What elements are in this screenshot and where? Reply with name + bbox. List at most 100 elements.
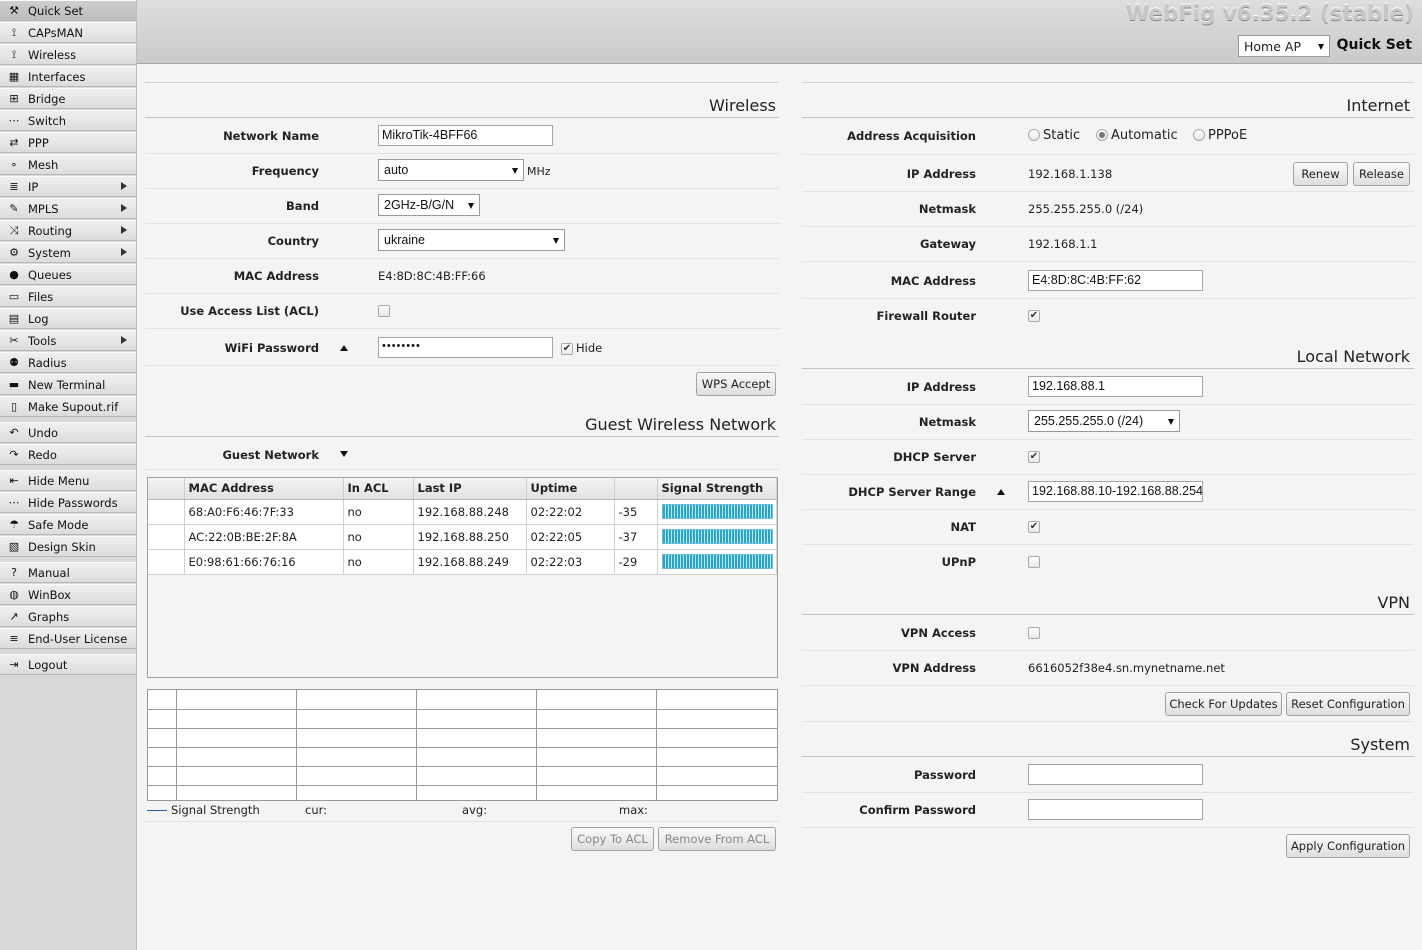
collapse-up-icon[interactable]: [340, 345, 348, 351]
mesh-icon: ∘: [10, 158, 18, 171]
sidebar-item-undo[interactable]: ↶ Undo: [0, 422, 136, 443]
sidebar-item-graphs[interactable]: ↗ Graphs: [0, 606, 136, 627]
renew-button[interactable]: Renew: [1293, 162, 1348, 186]
column-header-uptime[interactable]: Uptime: [526, 478, 615, 500]
radio-automatic[interactable]: [1096, 129, 1108, 141]
sidebar-item-log[interactable]: ▤ Log: [0, 308, 136, 329]
dhcp-range-input[interactable]: 192.168.88.10-192.168.88.254: [1028, 481, 1203, 502]
table-row[interactable]: E0:98:61:66:76:16 no 192.168.88.249 02:22:0…: [148, 549, 777, 575]
column-header-select[interactable]: [148, 478, 185, 500]
section-title-vpn: VPN: [1377, 593, 1410, 612]
header-bar: WebFig v6.35.2 (stable) Home AP Quick Se…: [137, 0, 1422, 64]
queues-icon: ●: [9, 268, 19, 281]
sidebar-item-bridge[interactable]: ⊞ Bridge: [0, 88, 136, 109]
tools-icon: ✂: [9, 334, 19, 347]
sidebar-item-queues[interactable]: ● Queues: [0, 264, 136, 285]
sidebar-item-design-skin[interactable]: ▧ Design Skin: [0, 536, 136, 557]
sidebar-item-system[interactable]: ⚙ System: [0, 242, 136, 263]
check-for-updates-button[interactable]: Check For Updates: [1165, 692, 1282, 716]
expand-down-icon[interactable]: [340, 451, 348, 457]
sidebar-item-label: System: [28, 245, 71, 260]
local-netmask-select[interactable]: 255.255.255.0 (/24): [1028, 410, 1180, 432]
column-header-signal[interactable]: Signal Strength: [657, 478, 777, 500]
local-ip-input[interactable]: 192.168.88.1: [1028, 376, 1203, 397]
local-netmask-value: 255.255.255.0 (/24): [1034, 414, 1144, 428]
password-icon: ⋯: [8, 496, 20, 509]
sidebar-item-logout[interactable]: ⇥ Logout: [0, 654, 136, 675]
section-title-internet: Internet: [1346, 96, 1410, 115]
sidebar-item-end-user-license[interactable]: ≡ End-User License: [0, 628, 136, 649]
frequency-label: Frequency: [251, 164, 319, 178]
sidebar-item-manual[interactable]: ? Manual: [0, 562, 136, 583]
sidebar-item-redo[interactable]: ↷ Redo: [0, 444, 136, 465]
reset-configuration-button[interactable]: Reset Configuration: [1286, 692, 1410, 716]
divider: [802, 544, 1414, 545]
signal-graph: [147, 689, 778, 801]
sidebar-item-radius[interactable]: ⚉ Radius: [0, 352, 136, 373]
radio-automatic-label: Automatic: [1111, 128, 1178, 143]
main-panel: Wireless Network Name MikroTik-4BFF66 Fr…: [137, 65, 1422, 950]
internet-mac-input[interactable]: E4:8D:8C:4B:FF:62: [1028, 270, 1203, 291]
collapse-up-icon[interactable]: [997, 489, 1005, 495]
column-header-signal-value[interactable]: [614, 478, 658, 500]
sidebar-item-winbox[interactable]: ◍ WinBox: [0, 584, 136, 605]
dhcp-server-label: DHCP Server: [893, 450, 976, 464]
sidebar-item-wireless[interactable]: ⟟ Wireless: [0, 44, 136, 65]
sidebar-item-make-supout-rif[interactable]: ▯ Make Supout.rif: [0, 396, 136, 417]
help-icon: ?: [11, 566, 17, 579]
confirm-password-input[interactable]: [1028, 799, 1203, 820]
sidebar-item-mpls[interactable]: ✎ MPLS: [0, 198, 136, 219]
sidebar-item-capsman[interactable]: ⟟ CAPsMAN: [0, 22, 136, 43]
sidebar-item-files[interactable]: ▭ Files: [0, 286, 136, 307]
upnp-label: UPnP: [941, 555, 976, 569]
apply-configuration-button[interactable]: Apply Configuration: [1286, 834, 1410, 858]
country-select[interactable]: ukraine: [378, 229, 565, 251]
firewall-router-checkbox[interactable]: ✔: [1028, 310, 1040, 322]
sidebar-item-switch[interactable]: ⋯ Switch: [0, 110, 136, 131]
upnp-checkbox[interactable]: [1028, 556, 1040, 568]
network-name-input[interactable]: MikroTik-4BFF66: [378, 125, 553, 146]
sidebar-item-routing[interactable]: ⤨ Routing: [0, 220, 136, 241]
wps-accept-button[interactable]: WPS Accept: [696, 372, 776, 396]
sidebar-item-hide-menu[interactable]: ⇤ Hide Menu: [0, 470, 136, 491]
sidebar-item-label: Interfaces: [28, 69, 86, 84]
chevron-right-icon: [121, 248, 127, 256]
graph-gridline: [536, 690, 537, 800]
column-header-mac[interactable]: MAC Address: [184, 478, 344, 500]
sidebar-item-ip[interactable]: ≣ IP: [0, 176, 136, 197]
wifi-password-input[interactable]: ••••••••: [378, 337, 553, 358]
graph-max-label: max:: [619, 803, 648, 817]
sidebar-item-hide-passwords[interactable]: ⋯ Hide Passwords: [0, 492, 136, 513]
column-header-acl[interactable]: In ACL: [343, 478, 414, 500]
sidebar-item-tools[interactable]: ✂ Tools: [0, 330, 136, 351]
dhcp-server-checkbox[interactable]: ✔: [1028, 451, 1040, 463]
radio-static[interactable]: [1028, 129, 1040, 141]
copy-to-acl-button[interactable]: Copy To ACL: [571, 827, 654, 851]
table-row[interactable]: 68:A0:F6:46:7F:33 no 192.168.88.248 02:22:0…: [148, 499, 777, 525]
radio-pppoe[interactable]: [1193, 129, 1205, 141]
hide-password-checkbox[interactable]: ✔: [561, 343, 573, 355]
band-select[interactable]: 2GHz-B/G/N: [378, 194, 480, 216]
release-button[interactable]: Release: [1353, 162, 1410, 186]
divider: [145, 153, 779, 154]
sidebar-item-quick-set[interactable]: ⚒ Quick Set: [0, 0, 136, 21]
sidebar-item-label: Graphs: [28, 609, 70, 624]
table-row[interactable]: AC:22:0B:BE:2F:8A no 192.168.88.250 02:22:0…: [148, 524, 777, 550]
sidebar-item-safe-mode[interactable]: ☂ Safe Mode: [0, 514, 136, 535]
divider: [802, 650, 1414, 651]
password-input[interactable]: [1028, 764, 1203, 785]
mode-select[interactable]: Home AP: [1238, 35, 1330, 57]
sidebar-item-new-terminal[interactable]: ▬ New Terminal: [0, 374, 136, 395]
sidebar-item-mesh[interactable]: ∘ Mesh: [0, 154, 136, 175]
sidebar-item-interfaces[interactable]: ▦ Interfaces: [0, 66, 136, 87]
nat-checkbox[interactable]: ✔: [1028, 521, 1040, 533]
frequency-select[interactable]: auto: [378, 159, 524, 181]
vpn-access-checkbox[interactable]: [1028, 627, 1040, 639]
remove-from-acl-button[interactable]: Remove From ACL: [658, 827, 776, 851]
acl-checkbox[interactable]: [378, 305, 390, 317]
column-header-ip[interactable]: Last IP: [413, 478, 527, 500]
sidebar-item-ppp[interactable]: ⇄ PPP: [0, 132, 136, 153]
sidebar-item-label: PPP: [28, 135, 49, 150]
sidebar-item-label: Wireless: [28, 47, 77, 62]
vpn-address-value: 6616052f38e4.sn.mynetname.net: [1028, 661, 1225, 675]
